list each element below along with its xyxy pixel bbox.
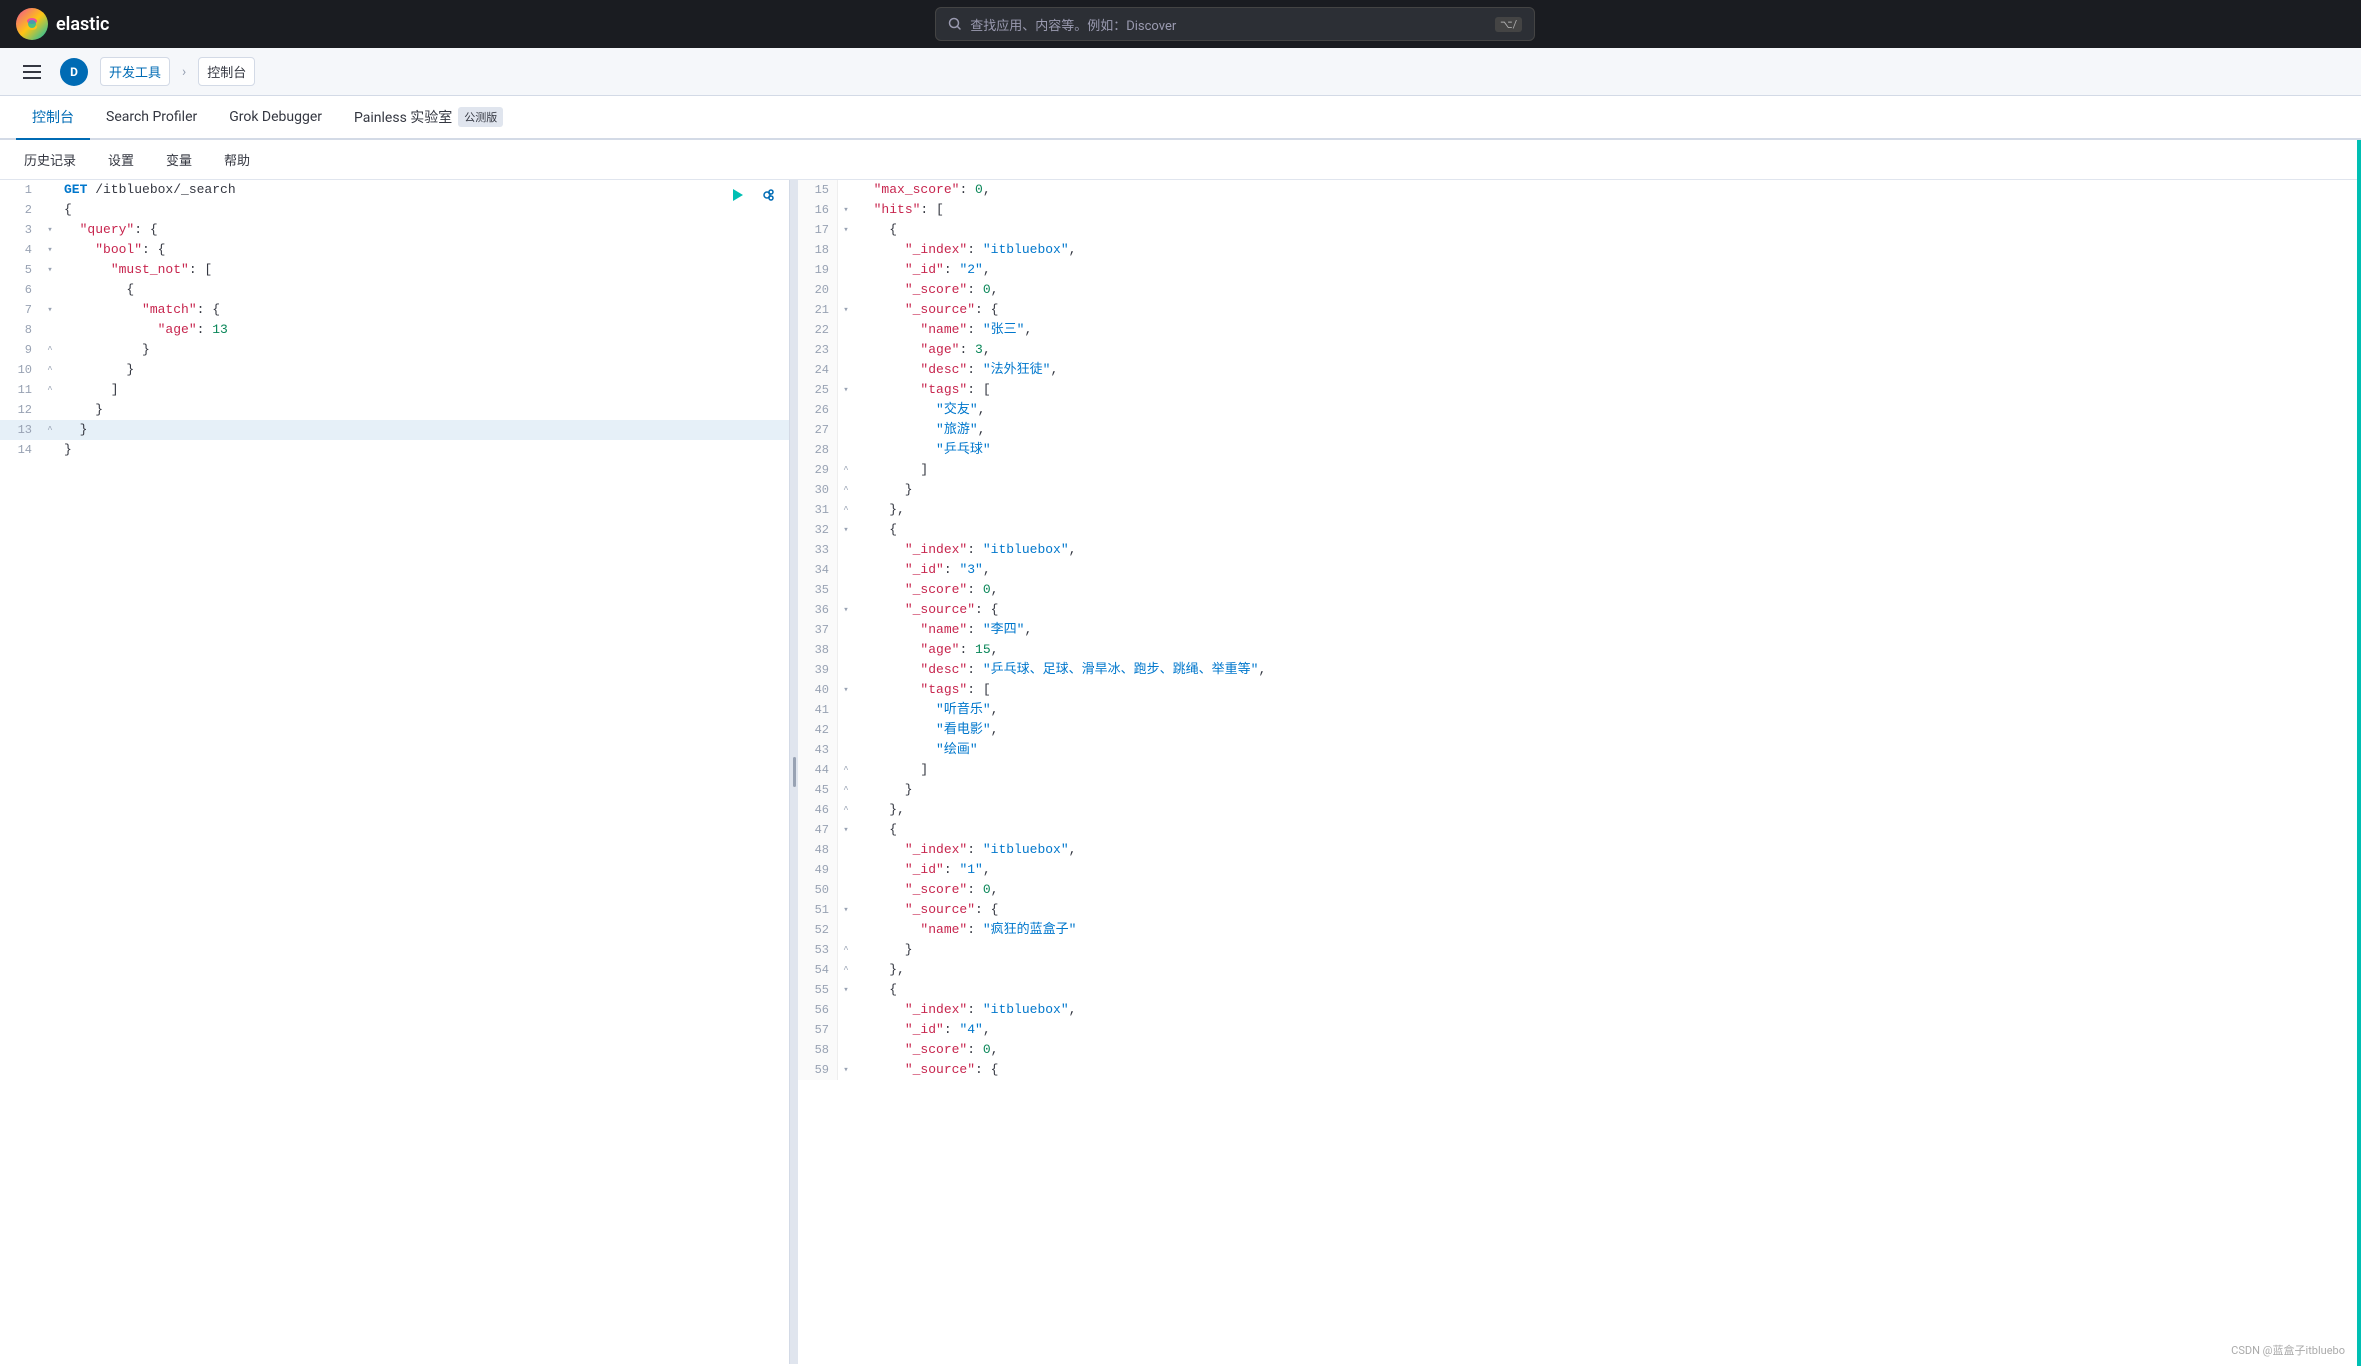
result-line-36: 36 ▾ "_source": { bbox=[798, 600, 2361, 620]
editor-toolbar: 历史记录 设置 变量 帮助 bbox=[0, 140, 2361, 180]
result-line-46: 46 ^ }, bbox=[798, 800, 2361, 820]
result-line-33: 33 "_index": "itbluebox", bbox=[798, 540, 2361, 560]
tab-grok-debugger[interactable]: Grok Debugger bbox=[213, 96, 338, 140]
result-line-54: 54 ^ }, bbox=[798, 960, 2361, 980]
result-line-32: 32 ▾ { bbox=[798, 520, 2361, 540]
settings-button[interactable]: 设置 bbox=[100, 146, 142, 173]
result-line-53: 53 ^ } bbox=[798, 940, 2361, 960]
tab-painless-lab[interactable]: Painless 实验室 公测版 bbox=[338, 96, 519, 140]
result-line-29: 29 ^ ] bbox=[798, 460, 2361, 480]
result-line-23: 23 "age": 3, bbox=[798, 340, 2361, 360]
main-content: 1 GET /itbluebox/_search bbox=[0, 180, 2361, 1364]
editor-line-2: 2 { bbox=[0, 200, 789, 220]
result-line-45: 45 ^ } bbox=[798, 780, 2361, 800]
editor-line-8: 8 "age": 13 bbox=[0, 320, 789, 340]
editor-line-5: 5 ▾ "must_not": [ bbox=[0, 260, 789, 280]
result-line-31: 31 ^ }, bbox=[798, 500, 2361, 520]
result-line-47: 47 ▾ { bbox=[798, 820, 2361, 840]
result-line-26: 26 "交友", bbox=[798, 400, 2361, 420]
result-line-37: 37 "name": "李四", bbox=[798, 620, 2361, 640]
editor-action-icons bbox=[725, 180, 781, 210]
editor-line-10: 10 ^ } bbox=[0, 360, 789, 380]
run-button[interactable] bbox=[725, 183, 749, 207]
result-panel[interactable]: 15 "max_score": 0, 16 ▾ "hits": [ 17 ▾ {… bbox=[798, 180, 2361, 1364]
result-line-43: 43 "绘画" bbox=[798, 740, 2361, 760]
editor-line-7: 7 ▾ "match": { bbox=[0, 300, 789, 320]
result-line-35: 35 "_score": 0, bbox=[798, 580, 2361, 600]
result-line-20: 20 "_score": 0, bbox=[798, 280, 2361, 300]
result-line-22: 22 "name": "张三", bbox=[798, 320, 2361, 340]
tab-console[interactable]: 控制台 bbox=[16, 96, 90, 140]
result-line-28: 28 "乒乓球" bbox=[798, 440, 2361, 460]
editor-line-9: 9 ^ } bbox=[0, 340, 789, 360]
painless-lab-badge: 公测版 bbox=[458, 107, 503, 127]
editor-line-6: 6 { bbox=[0, 280, 789, 300]
result-line-41: 41 "听音乐", bbox=[798, 700, 2361, 720]
result-line-34: 34 "_id": "3", bbox=[798, 560, 2361, 580]
breadcrumb-console: 控制台 bbox=[198, 57, 255, 86]
result-line-25: 25 ▾ "tags": [ bbox=[798, 380, 2361, 400]
logo-text: elastic bbox=[56, 14, 109, 35]
result-line-56: 56 "_index": "itbluebox", bbox=[798, 1000, 2361, 1020]
result-line-15: 15 "max_score": 0, bbox=[798, 180, 2361, 200]
result-line-51: 51 ▾ "_source": { bbox=[798, 900, 2361, 920]
top-navigation: elastic 查找应用、内容等。例如：Discover ⌥/ bbox=[0, 0, 2361, 48]
help-button[interactable]: 帮助 bbox=[216, 146, 258, 173]
global-search-bar[interactable]: 查找应用、内容等。例如：Discover ⌥/ bbox=[935, 7, 1535, 41]
editor-panel: 1 GET /itbluebox/_search bbox=[0, 180, 790, 1364]
code-editor[interactable]: 1 GET /itbluebox/_search bbox=[0, 180, 789, 1364]
resize-handle[interactable] bbox=[790, 180, 798, 1364]
result-line-57: 57 "_id": "4", bbox=[798, 1020, 2361, 1040]
search-placeholder: 查找应用、内容等。例如：Discover bbox=[970, 15, 1176, 34]
result-line-21: 21 ▾ "_source": { bbox=[798, 300, 2361, 320]
watermark: CSDN @蓝盒子itbluebo bbox=[2231, 1342, 2345, 1358]
result-line-42: 42 "看电影", bbox=[798, 720, 2361, 740]
tab-bar: 控制台 Search Profiler Grok Debugger Painle… bbox=[0, 96, 2361, 140]
editor-line-3: 3 ▾ "query": { bbox=[0, 220, 789, 240]
result-line-27: 27 "旅游", bbox=[798, 420, 2361, 440]
editor-line-1: 1 GET /itbluebox/_search bbox=[0, 180, 789, 200]
result-line-55: 55 ▾ { bbox=[798, 980, 2361, 1000]
breadcrumb-dev-tools[interactable]: 开发工具 bbox=[100, 57, 170, 86]
result-line-40: 40 ▾ "tags": [ bbox=[798, 680, 2361, 700]
copy-as-curl-button[interactable] bbox=[757, 183, 781, 207]
result-line-49: 49 "_id": "1", bbox=[798, 860, 2361, 880]
result-line-16: 16 ▾ "hits": [ bbox=[798, 200, 2361, 220]
search-icon bbox=[948, 17, 962, 31]
result-line-18: 18 "_index": "itbluebox", bbox=[798, 240, 2361, 260]
avatar: D bbox=[60, 58, 88, 86]
result-line-48: 48 "_index": "itbluebox", bbox=[798, 840, 2361, 860]
logo-icon bbox=[16, 8, 48, 40]
hamburger-menu-button[interactable] bbox=[16, 56, 48, 88]
editor-line-4: 4 ▾ "bool": { bbox=[0, 240, 789, 260]
hamburger-icon bbox=[23, 65, 41, 79]
result-line-59: 59 ▾ "_source": { bbox=[798, 1060, 2361, 1080]
result-line-19: 19 "_id": "2", bbox=[798, 260, 2361, 280]
elastic-logo[interactable]: elastic bbox=[16, 8, 109, 40]
result-line-58: 58 "_score": 0, bbox=[798, 1040, 2361, 1060]
tab-search-profiler[interactable]: Search Profiler bbox=[90, 96, 213, 140]
breadcrumb-bar: D 开发工具 › 控制台 bbox=[0, 48, 2361, 96]
editor-line-12: 12 } bbox=[0, 400, 789, 420]
editor-line-13: 13 ^ } bbox=[0, 420, 789, 440]
result-line-44: 44 ^ ] bbox=[798, 760, 2361, 780]
result-line-38: 38 "age": 15, bbox=[798, 640, 2361, 660]
result-line-24: 24 "desc": "法外狂徒", bbox=[798, 360, 2361, 380]
result-line-52: 52 "name": "疯狂的蓝盒子" bbox=[798, 920, 2361, 940]
result-line-50: 50 "_score": 0, bbox=[798, 880, 2361, 900]
breadcrumb-separator: › bbox=[182, 64, 186, 80]
result-line-30: 30 ^ } bbox=[798, 480, 2361, 500]
right-accent-bar bbox=[2357, 140, 2361, 1366]
search-shortcut: ⌥/ bbox=[1495, 17, 1522, 32]
variables-button[interactable]: 变量 bbox=[158, 146, 200, 173]
result-line-17: 17 ▾ { bbox=[798, 220, 2361, 240]
history-button[interactable]: 历史记录 bbox=[16, 146, 84, 173]
editor-line-14: 14 } bbox=[0, 440, 789, 460]
result-line-39: 39 "desc": "乒乓球、足球、滑旱冰、跑步、跳绳、举重等", bbox=[798, 660, 2361, 680]
editor-line-11: 11 ^ ] bbox=[0, 380, 789, 400]
resize-dots-icon bbox=[793, 757, 796, 787]
